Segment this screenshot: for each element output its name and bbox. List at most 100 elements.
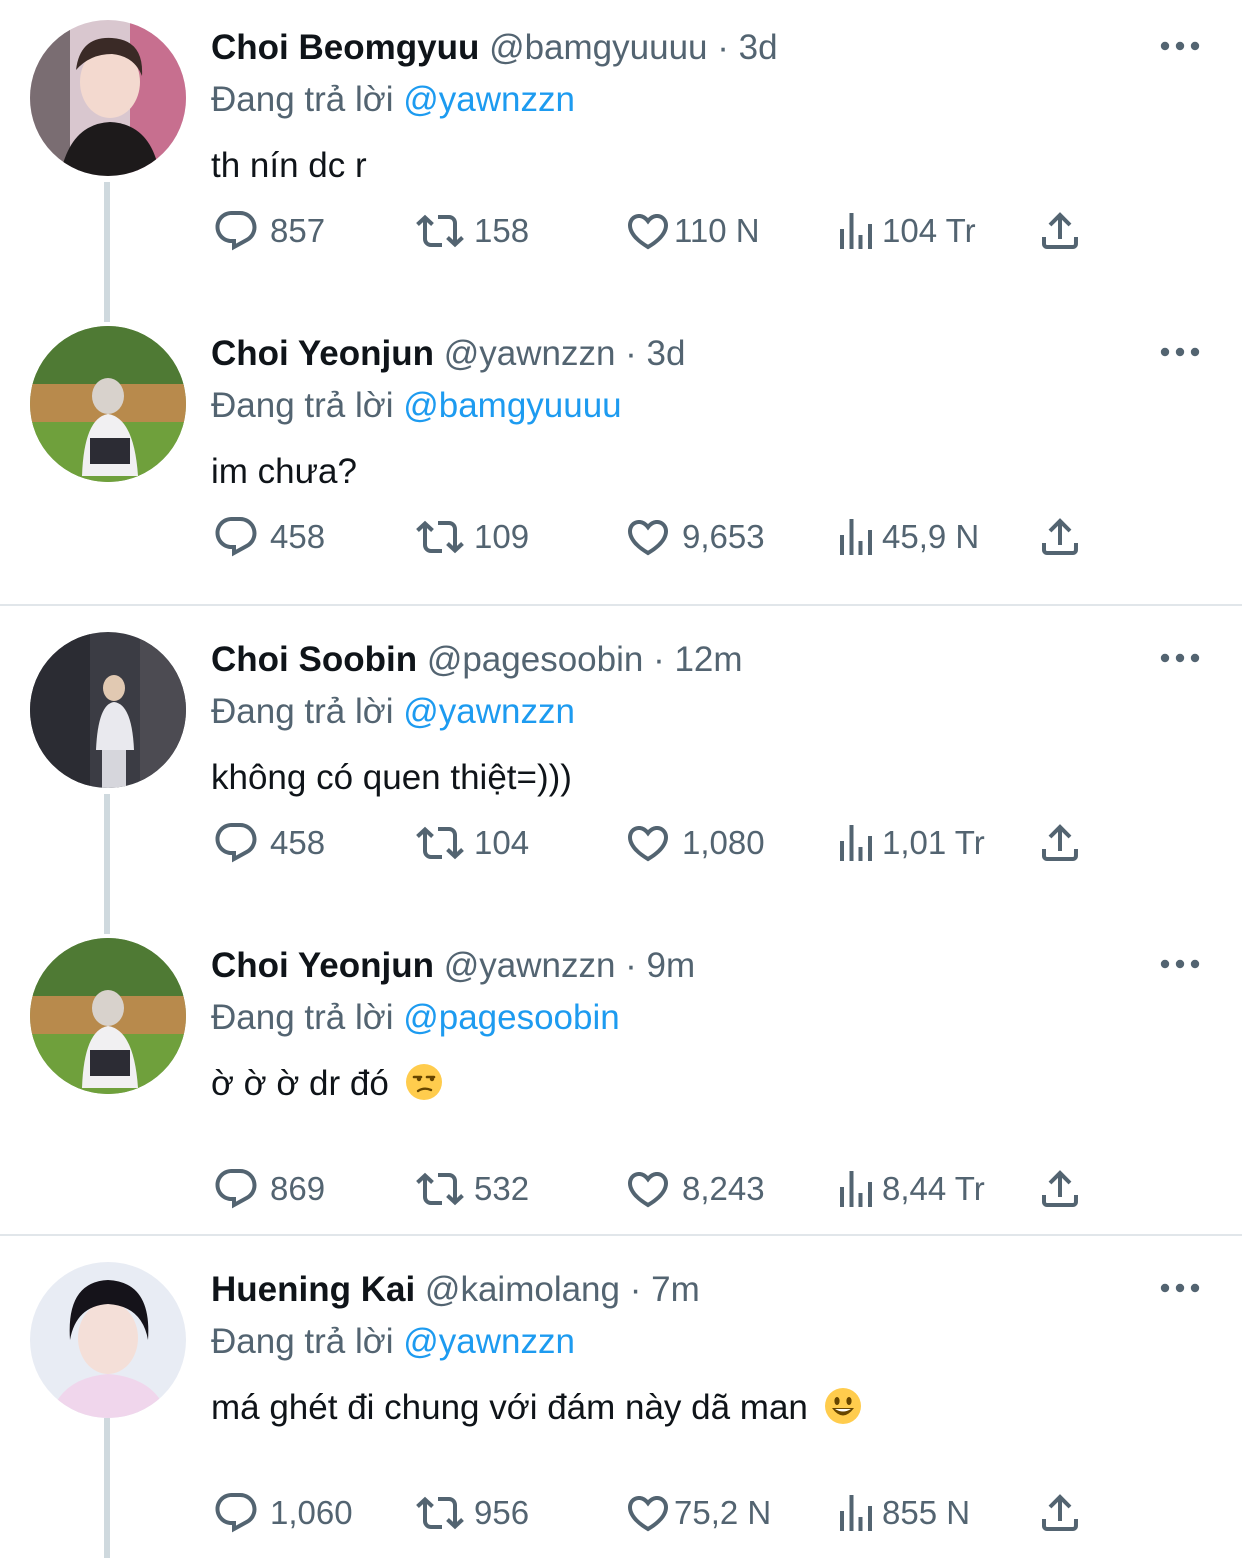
- author-name[interactable]: Choi Beomgyuu: [211, 28, 479, 67]
- tweet-header: Choi Beomgyuu @bamgyuuuu · 3d: [211, 24, 778, 72]
- views-button[interactable]: 45,9 N: [832, 511, 979, 563]
- like-button[interactable]: 9,653: [624, 511, 765, 563]
- tweet-text-content: không có quen thiệt=))): [211, 758, 572, 797]
- tweet[interactable]: Choi Beomgyuu @bamgyuuuu · 3d Đang trả l…: [0, 0, 1242, 306]
- author-handle[interactable]: @kaimolang: [425, 1270, 620, 1309]
- unamused-face-emoji-icon: [405, 1063, 443, 1101]
- timestamp[interactable]: 3d: [739, 28, 778, 67]
- like-icon: [624, 819, 672, 867]
- like-icon: [624, 1165, 672, 1213]
- share-button[interactable]: [1036, 1487, 1084, 1539]
- author-handle[interactable]: @yawnzzn: [444, 946, 616, 985]
- like-button[interactable]: 75,2 N: [624, 1487, 771, 1539]
- views-icon: [832, 819, 880, 867]
- like-button[interactable]: 1,080: [624, 817, 765, 869]
- timestamp[interactable]: 12m: [674, 640, 742, 679]
- share-icon: [1036, 1489, 1084, 1537]
- avatar[interactable]: [30, 938, 186, 1094]
- retweet-icon: [416, 513, 464, 561]
- author-name[interactable]: Choi Soobin: [211, 640, 417, 679]
- tweet-text: im chưa?: [211, 446, 357, 498]
- reply-button[interactable]: 458: [212, 817, 325, 869]
- share-icon: [1036, 207, 1084, 255]
- reply-count: 458: [270, 824, 326, 861]
- mention-link[interactable]: @pagesoobin: [403, 998, 620, 1037]
- divider: [0, 604, 1242, 606]
- tweet-text: không có quen thiệt=))): [211, 752, 572, 804]
- views-button[interactable]: 8,44 Tr: [832, 1163, 985, 1215]
- author-name[interactable]: Choi Yeonjun: [211, 334, 434, 373]
- tweet[interactable]: Choi Yeonjun @yawnzzn · 3d Đang trả lời …: [0, 306, 1242, 604]
- author-handle[interactable]: @pagesoobin: [427, 640, 644, 679]
- timestamp[interactable]: 9m: [647, 946, 696, 985]
- view-count: 45,9 N: [882, 518, 980, 555]
- more-icon[interactable]: [1160, 344, 1200, 360]
- timestamp[interactable]: 3d: [647, 334, 686, 373]
- mention-link[interactable]: @yawnzzn: [403, 692, 575, 731]
- avatar[interactable]: [30, 326, 186, 482]
- replying-to: Đang trả lời @yawnzzn: [211, 688, 575, 736]
- views-button[interactable]: 1,01 Tr: [832, 817, 985, 869]
- tweet-text-content: má ghét đi chung với đám này dã man: [211, 1388, 808, 1427]
- tweet[interactable]: Choi Soobin @pagesoobin · 12m Đang trả l…: [0, 612, 1242, 918]
- more-icon[interactable]: [1160, 650, 1200, 666]
- retweet-button[interactable]: 956: [416, 1487, 529, 1539]
- avatar[interactable]: [30, 632, 186, 788]
- share-button[interactable]: [1036, 205, 1084, 257]
- reply-button[interactable]: 857: [212, 205, 325, 257]
- like-count: 110 N: [674, 212, 760, 249]
- more-icon[interactable]: [1160, 1280, 1200, 1296]
- tweet-header: Choi Yeonjun @yawnzzn · 9m: [211, 942, 695, 990]
- tweet-header: Huening Kai @kaimolang · 7m: [211, 1266, 700, 1314]
- retweet-count: 532: [474, 1170, 530, 1207]
- retweet-icon: [416, 1165, 464, 1213]
- mention-link[interactable]: @bamgyuuuu: [403, 386, 621, 425]
- view-count: 8,44 Tr: [882, 1170, 985, 1207]
- author-name[interactable]: Choi Yeonjun: [211, 946, 434, 985]
- reply-icon: [212, 513, 260, 561]
- views-button[interactable]: 104 Tr: [832, 205, 976, 257]
- tweet-text-content: ờ ờ ờ dr đó: [211, 1064, 389, 1103]
- reply-button[interactable]: 869: [212, 1163, 325, 1215]
- timestamp[interactable]: 7m: [651, 1270, 700, 1309]
- separator: ·: [625, 334, 637, 373]
- like-icon: [624, 513, 672, 561]
- replying-to: Đang trả lời @yawnzzn: [211, 1318, 575, 1366]
- share-button[interactable]: [1036, 511, 1084, 563]
- replying-to-label: Đang trả lời: [211, 386, 394, 425]
- author-handle[interactable]: @yawnzzn: [444, 334, 616, 373]
- reply-count: 1,060: [270, 1494, 353, 1531]
- more-icon[interactable]: [1160, 38, 1200, 54]
- like-button[interactable]: 110 N: [624, 205, 760, 257]
- tweet[interactable]: Choi Yeonjun @yawnzzn · 9m Đang trả lời …: [0, 918, 1242, 1234]
- like-button[interactable]: 8,243: [624, 1163, 765, 1215]
- avatar[interactable]: [30, 1262, 186, 1418]
- view-count: 1,01 Tr: [882, 824, 985, 861]
- share-button[interactable]: [1036, 817, 1084, 869]
- retweet-button[interactable]: 104: [416, 817, 529, 869]
- views-button[interactable]: 855 N: [832, 1487, 970, 1539]
- share-button[interactable]: [1036, 1163, 1084, 1215]
- retweet-button[interactable]: 109: [416, 511, 529, 563]
- author-handle[interactable]: @bamgyuuuu: [489, 28, 707, 67]
- tweet-text-content: th nín dc r: [211, 146, 367, 185]
- tweet-header: Choi Soobin @pagesoobin · 12m: [211, 636, 743, 684]
- reply-button[interactable]: 1,060: [212, 1487, 353, 1539]
- replying-to-label: Đang trả lời: [211, 692, 394, 731]
- mention-link[interactable]: @yawnzzn: [403, 80, 575, 119]
- avatar[interactable]: [30, 20, 186, 176]
- tweet[interactable]: Huening Kai @kaimolang · 7m Đang trả lời…: [0, 1242, 1242, 1558]
- reply-icon: [212, 207, 260, 255]
- view-count: 855 N: [882, 1494, 971, 1531]
- divider: [0, 1234, 1242, 1236]
- more-icon[interactable]: [1160, 956, 1200, 972]
- share-icon: [1036, 1165, 1084, 1213]
- author-name[interactable]: Huening Kai: [211, 1270, 415, 1309]
- retweet-icon: [416, 819, 464, 867]
- retweet-button[interactable]: 532: [416, 1163, 529, 1215]
- replying-to-label: Đang trả lời: [211, 998, 394, 1037]
- retweet-button[interactable]: 158: [416, 205, 529, 257]
- separator: ·: [629, 1270, 642, 1309]
- reply-button[interactable]: 458: [212, 511, 325, 563]
- mention-link[interactable]: @yawnzzn: [403, 1322, 575, 1361]
